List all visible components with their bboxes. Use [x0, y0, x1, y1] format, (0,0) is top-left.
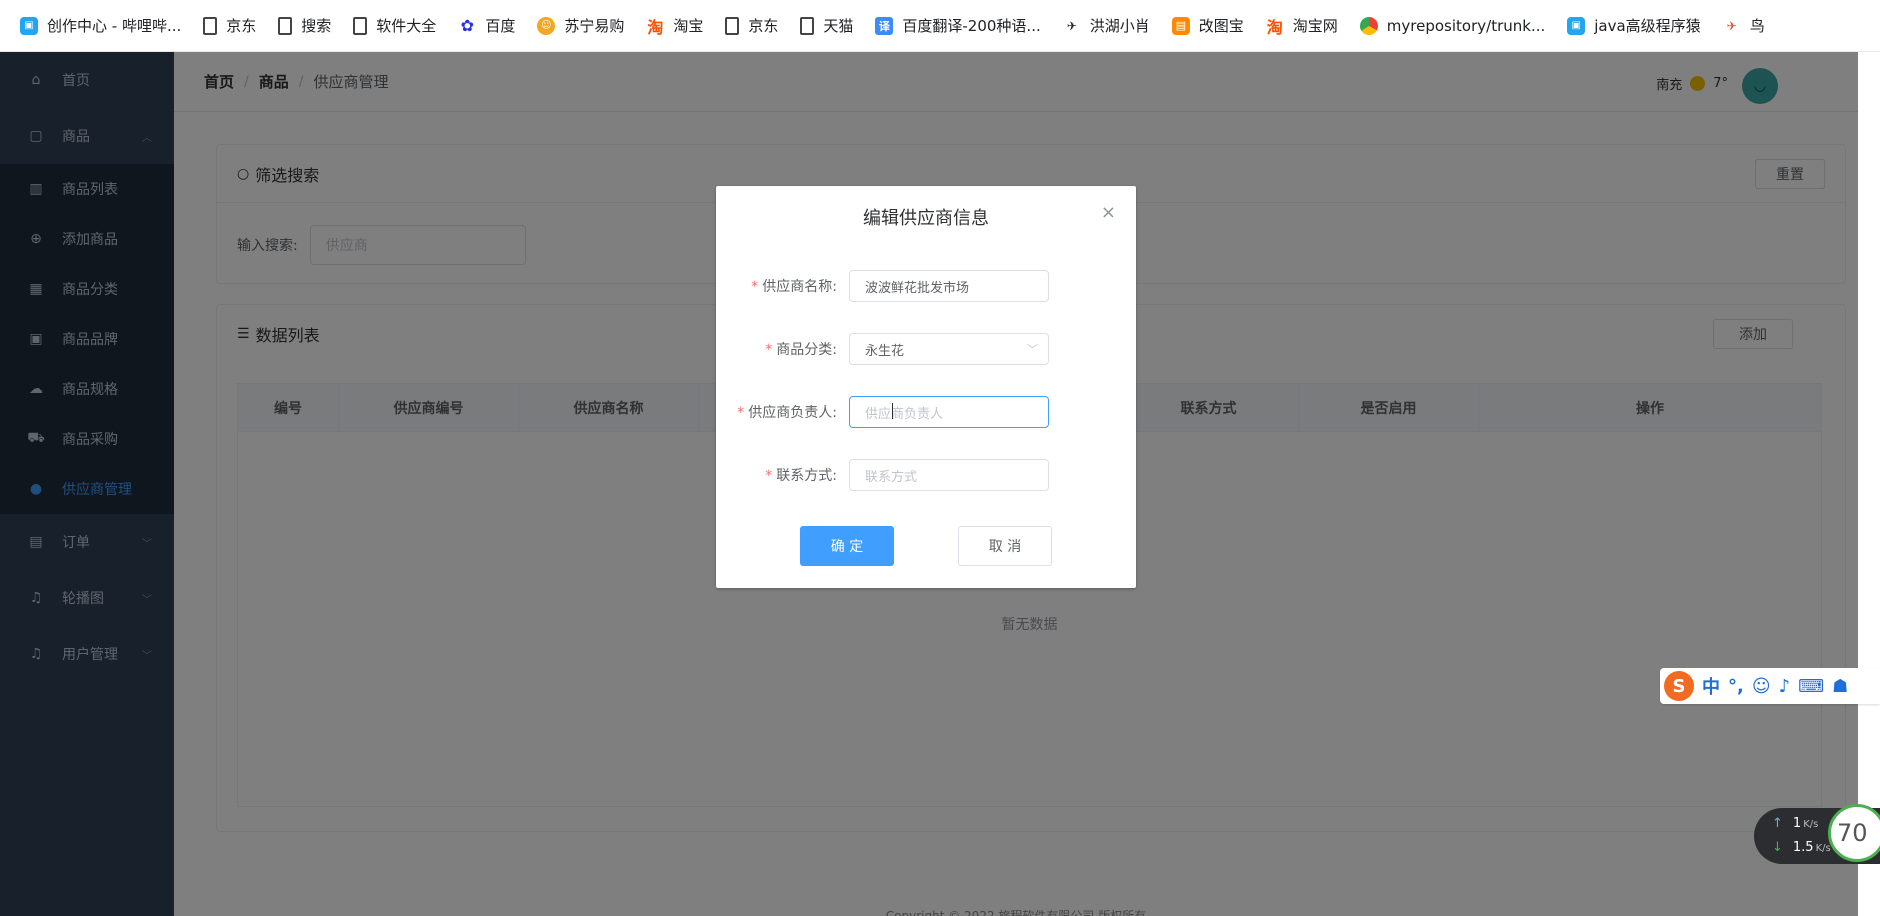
bookmark-software[interactable]: 软件大全: [343, 8, 446, 44]
translate-icon: 译: [875, 16, 894, 35]
bookmark-myrepository[interactable]: myrepository/trunk...: [1350, 8, 1555, 44]
supplier-name-label: * 供应商名称:: [751, 279, 837, 295]
form-row-manager: * 供应商负责人: 供应商负责人: [716, 396, 1136, 428]
contact-input[interactable]: 联系方式: [849, 459, 1049, 491]
confirm-button[interactable]: 确 定: [800, 526, 894, 566]
emoji-icon[interactable]: ☺: [1752, 676, 1771, 697]
bookmark-search[interactable]: 搜索: [268, 8, 341, 44]
required-mark: *: [765, 468, 773, 484]
close-icon[interactable]: ×: [1101, 202, 1116, 223]
form-row-category: * 商品分类: 永生花 ﹀: [716, 333, 1136, 365]
gaitubao-icon: ▤: [1171, 16, 1190, 35]
bookmark-bird[interactable]: ✈ 鸟: [1713, 8, 1775, 44]
keyboard-icon[interactable]: ⌨: [1798, 676, 1824, 697]
ime-mode[interactable]: 中: [1702, 673, 1720, 699]
usage-gauge: 70: [1828, 804, 1880, 862]
category-select[interactable]: 永生花 ﹀: [849, 333, 1049, 365]
manager-label: * 供应商负责人:: [737, 405, 837, 421]
chrome-icon: [1359, 16, 1378, 35]
network-speed-widget: ↑ 1 K/s ↓ 1.5 K/s 70: [1754, 804, 1880, 864]
right-edge-strip: [1858, 52, 1880, 916]
bookmark-taobao-2[interactable]: 淘淘宝网: [1256, 8, 1348, 44]
cancel-button[interactable]: 取 消: [958, 526, 1052, 566]
manager-placeholder: 供应商负责人: [865, 406, 944, 422]
page-icon: [203, 16, 218, 35]
ime-punct[interactable]: °,: [1728, 676, 1744, 697]
taobao-icon: 淘: [647, 17, 664, 37]
form-row-contact: * 联系方式: 联系方式: [716, 459, 1136, 491]
bookmark-jd-2[interactable]: 京东: [715, 8, 788, 44]
manager-input[interactable]: 供应商负责人: [849, 396, 1049, 428]
bookmark-honghu[interactable]: ✈ 洪湖小肖: [1053, 8, 1160, 44]
arrow-down-icon: ↓: [1772, 840, 1783, 855]
required-mark: *: [737, 405, 745, 421]
bookmark-bilibili[interactable]: ▣ 创作中心 - 哔哩哔...: [10, 8, 191, 44]
bookmark-jd[interactable]: 京东: [193, 8, 266, 44]
bookmark-java[interactable]: ▣ java高级程序猿: [1557, 8, 1710, 44]
sogou-logo-icon: S: [1664, 671, 1694, 701]
mic-icon[interactable]: ♪: [1779, 676, 1791, 697]
required-mark: *: [751, 279, 759, 295]
category-label: * 商品分类:: [765, 342, 837, 358]
bookmark-taobao[interactable]: 淘淘宝: [636, 8, 713, 44]
baidu-icon: ✿: [460, 16, 475, 35]
page-icon: [800, 16, 815, 35]
bookmark-baidu[interactable]: ✿ 百度: [448, 8, 525, 44]
page-icon: [725, 16, 740, 35]
text-cursor-icon: [892, 403, 894, 419]
bookmark-tmall[interactable]: 天猫: [790, 8, 863, 44]
page-icon: [278, 16, 293, 35]
bookmark-gaitubao[interactable]: ▤ 改图宝: [1162, 8, 1254, 44]
supplier-name-input[interactable]: 波波鲜花批发市场: [849, 270, 1049, 302]
skin-icon[interactable]: ☗: [1832, 676, 1848, 697]
ime-toolbar[interactable]: S 中 °, ☺ ♪ ⌨ ☗: [1660, 668, 1880, 704]
dialog-actions: 确 定 取 消: [800, 526, 1052, 566]
form-row-name: * 供应商名称: 波波鲜花批发市场: [716, 270, 1136, 302]
bookmarks-bar: ▣ 创作中心 - 哔哩哔... 京东 搜索 软件大全 ✿ 百度 ☺ 苏宁易购 淘淘宝 …: [0, 0, 1880, 52]
arrow-up-icon: ↑: [1772, 816, 1783, 831]
suning-icon: ☺: [537, 16, 556, 35]
bird-icon: ✈: [1726, 18, 1737, 33]
contact-label: * 联系方式:: [765, 468, 837, 484]
edit-supplier-dialog: 编辑供应商信息 × * 供应商名称: 波波鲜花批发市场 * 商品分类: 永生花 ﹀ …: [716, 186, 1136, 588]
required-mark: *: [765, 342, 773, 358]
bird-icon: ✈: [1066, 18, 1077, 33]
chevron-down-icon: ﹀: [1027, 343, 1038, 356]
category-selected-value: 永生花: [865, 343, 905, 359]
dialog-title: 编辑供应商信息: [863, 208, 989, 229]
upload-speed: ↑ 1 K/s: [1772, 816, 1819, 831]
bilibili-icon: ▣: [20, 16, 38, 35]
download-speed: ↓ 1.5 K/s: [1772, 840, 1831, 855]
bookmark-baidu-translate[interactable]: 译百度翻译-200种语...: [865, 8, 1050, 44]
bookmark-suning[interactable]: ☺ 苏宁易购: [527, 8, 634, 44]
page-icon: [353, 16, 368, 35]
taobao-icon: 淘: [1266, 17, 1283, 37]
bilibili-icon: ▣: [1567, 16, 1586, 35]
